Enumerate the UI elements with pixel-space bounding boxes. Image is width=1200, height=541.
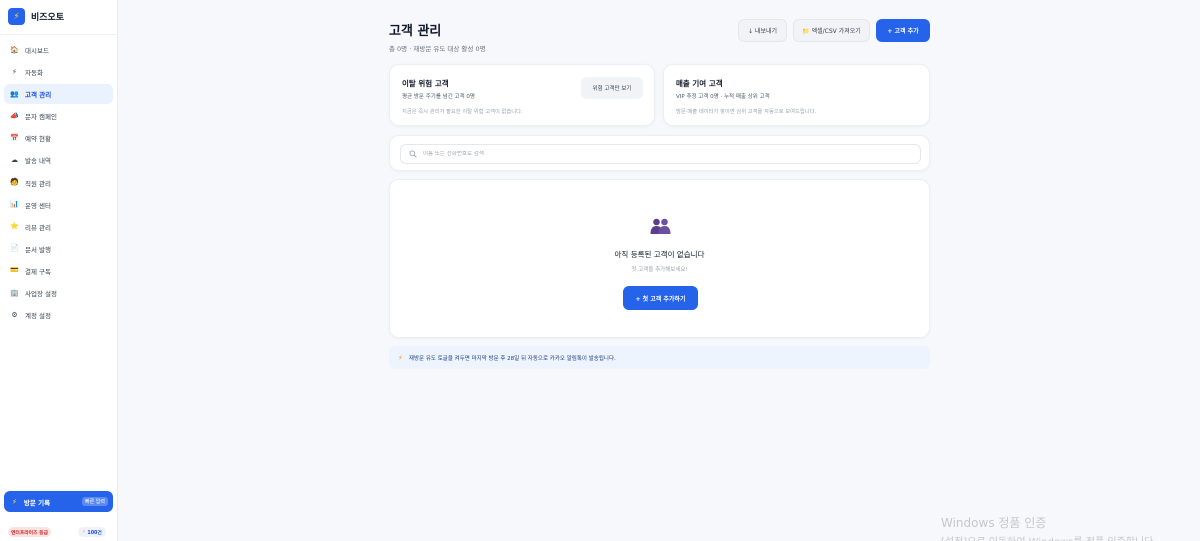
card-subtitle: 평균 방문 주기를 넘긴 고객 0명: [402, 94, 475, 100]
sidebar-item-label: 직원 관리: [25, 179, 51, 188]
credit-count: 100건: [87, 530, 102, 536]
sidebar-item-2[interactable]: ⚡ 자동화: [4, 62, 113, 82]
cloud-icon: ☁: [11, 155, 18, 164]
sidebar-item-label: 문서 발행: [25, 245, 51, 254]
credit-badge[interactable]: ⚡ 100건: [78, 527, 106, 537]
megaphone-icon: 📣: [10, 111, 19, 120]
star-icon: ⭐: [10, 222, 19, 231]
visit-record-button[interactable]: ⚡ 방문 기록 빠른 입력: [4, 491, 113, 512]
sidebar-item-7[interactable]: 🧑 직원 관리: [4, 173, 113, 193]
sidebar-item-label: 자동화: [25, 69, 43, 78]
search-icon: [409, 150, 417, 158]
sidebar-item-label: 고객 관리: [25, 91, 52, 100]
watermark-line-2: [설정]으로 이동하여 Windows를 정품 인증합니다.: [941, 533, 1157, 541]
sidebar: ⚡ 비즈오토 🏠 대시보드 ⚡ 자동화 👥 고객 관리 📣 문자 캠페인 📅 예약 현황 ☁ 발송 내…: [0, 0, 118, 541]
sidebar-item-8[interactable]: 📊 운영 센터: [4, 195, 113, 215]
gear-icon: ⚙: [11, 310, 18, 319]
calendar-icon: 📅: [10, 133, 19, 142]
sidebar-item-label: 사업장 설정: [25, 290, 57, 299]
sidebar-item-label: 문자 캠페인: [25, 113, 57, 122]
visit-record-label: 방문 기록: [23, 498, 51, 507]
card-icon: 💳: [10, 266, 19, 275]
sidebar-item-label: 예약 현황: [25, 135, 51, 144]
tip-banner: ⚡ 재방문 유도 토글을 켜두면 마지막 방문 후 28일 뒤 자동으로 카카오…: [389, 346, 930, 369]
search-box[interactable]: [400, 144, 921, 164]
empty-state-title: 아직 등록된 고객이 없습니다: [614, 250, 705, 259]
building-icon: 🏢: [10, 288, 19, 297]
sidebar-item-label: 리뷰 관리: [25, 223, 51, 232]
sidebar-item-5[interactable]: 📅 예약 현황: [4, 128, 113, 148]
card-title: 이탈 위험 고객: [402, 79, 449, 88]
sidebar-item-4[interactable]: 📣 문자 캠페인: [4, 106, 113, 126]
tip-text: 재방문 유도 토글을 켜두면 마지막 방문 후 28일 뒤 자동으로 카카오 알…: [408, 355, 616, 362]
sidebar-item-label: 결제 구독: [25, 267, 51, 276]
add-customer-button[interactable]: + 고객 추가: [876, 19, 930, 42]
sidebar-item-9[interactable]: ⭐ 리뷰 관리: [4, 217, 113, 237]
sidebar-item-3[interactable]: 👥 고객 관리: [4, 84, 113, 105]
staff-icon: 🧑: [10, 178, 19, 187]
card-note: 지금은 즉시 관리가 필요한 이탈 위험 고객이 없습니다.: [402, 109, 523, 115]
import-csv-button[interactable]: 📁 엑셀/CSV 가져오기: [793, 19, 870, 42]
empty-state-card: 아직 등록된 고객이 없습니다 첫 고객을 추가해보세요! + 첫 고객 추가하…: [389, 179, 930, 338]
vip-customers-card: 매출 기여 고객 VIP 추정 고객 0명 · 누적 매출 상위 고객 방문·매…: [663, 64, 930, 126]
brand[interactable]: ⚡ 비즈오토: [8, 8, 64, 25]
bolt-icon: ⚡: [398, 353, 403, 362]
export-button[interactable]: ↓ 내보내기: [738, 19, 787, 42]
watermark-line-1: Windows 정품 인증: [941, 516, 1047, 530]
card-title: 매출 기여 고객: [676, 79, 723, 88]
add-first-customer-button[interactable]: + 첫 고객 추가하기: [623, 286, 698, 310]
sidebar-item-13[interactable]: ⚙ 계정 설정: [4, 305, 113, 325]
bolt-icon: ⚡: [12, 67, 17, 76]
card-subtitle: VIP 추정 고객 0명 · 누적 매출 상위 고객: [676, 94, 770, 100]
sidebar-item-label: 운영 센터: [25, 201, 51, 210]
card-note: 방문·매출 데이터가 쌓이면 상위 고객을 자동으로 보여드립니다.: [676, 109, 817, 115]
chart-icon: 📊: [10, 200, 19, 209]
sidebar-item-label: 발송 내역: [25, 157, 51, 166]
sidebar-item-label: 계정 설정: [25, 312, 51, 321]
churn-risk-card: 이탈 위험 고객 평균 방문 주기를 넘긴 고객 0명 지금은 즉시 관리가 필…: [389, 64, 655, 126]
bolt-icon: ⚡: [82, 529, 86, 535]
bolt-icon: ⚡: [12, 497, 17, 506]
page-subtitle: 총 0명 · 재방문 유도 대상 활성 0명: [389, 45, 486, 53]
page-title: 고객 관리: [389, 24, 442, 39]
bolt-icon: ⚡: [8, 8, 25, 25]
divider: [0, 34, 118, 35]
search-card: [389, 135, 930, 171]
search-input[interactable]: [423, 151, 903, 157]
users-icon: [650, 218, 671, 234]
quick-input-tag: 빠른 입력: [82, 497, 108, 506]
empty-state-subtitle: 첫 고객을 추가해보세요!: [631, 267, 688, 273]
sidebar-item-1[interactable]: 🏠 대시보드: [4, 40, 113, 60]
plan-badge: 엔터프라이즈 등급: [8, 527, 51, 537]
sidebar-item-10[interactable]: 📄 문서 발행: [4, 239, 113, 259]
windows-activation-watermark: Windows 정품 인증 [설정]으로 이동하여 Windows를 정품 인증…: [941, 514, 1157, 541]
sidebar-item-11[interactable]: 💳 결제 구독: [4, 261, 113, 281]
home-icon: 🏠: [10, 45, 19, 54]
sidebar-nav: 🏠 대시보드 ⚡ 자동화 👥 고객 관리 📣 문자 캠페인 📅 예약 현황 ☁ 발송 내역 🧑 직원 관리…: [4, 40, 113, 327]
document-icon: 📄: [10, 244, 19, 253]
users-icon: 👥: [10, 89, 19, 98]
sidebar-item-6[interactable]: ☁ 발송 내역: [4, 150, 113, 170]
brand-name: 비즈오토: [31, 13, 65, 23]
show-risk-customers-button[interactable]: 위험 고객만 보기: [581, 77, 643, 99]
sidebar-item-12[interactable]: 🏢 사업장 설정: [4, 283, 113, 303]
sidebar-item-label: 대시보드: [25, 47, 49, 55]
